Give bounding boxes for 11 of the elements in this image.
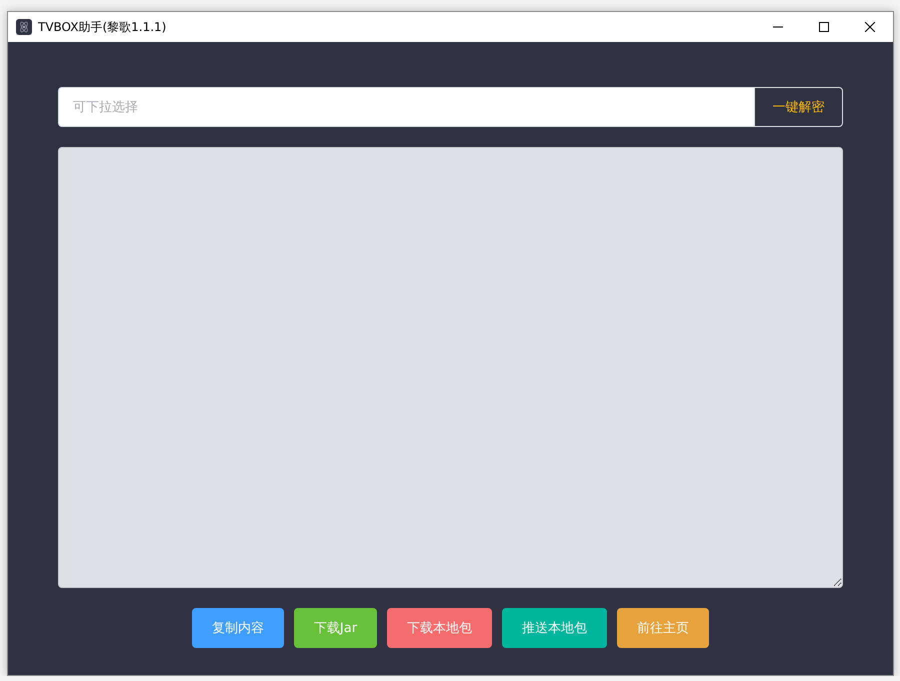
action-button[interactable]: 复制内容	[192, 608, 284, 648]
action-button[interactable]: 前往主页	[617, 608, 710, 648]
action-button[interactable]: 下载Jar	[294, 608, 378, 648]
app-icon	[16, 19, 32, 35]
decrypt-button[interactable]: 一键解密	[754, 87, 843, 127]
source-field[interactable]: 可下拉选择	[58, 87, 754, 127]
action-button[interactable]: 下载本地包	[387, 608, 492, 648]
close-icon	[865, 22, 875, 32]
window-title: TVBOX助手(黎歌1.1.1)	[38, 18, 168, 36]
action-button[interactable]: 推送本地包	[502, 608, 608, 648]
maximize-icon	[819, 22, 829, 32]
